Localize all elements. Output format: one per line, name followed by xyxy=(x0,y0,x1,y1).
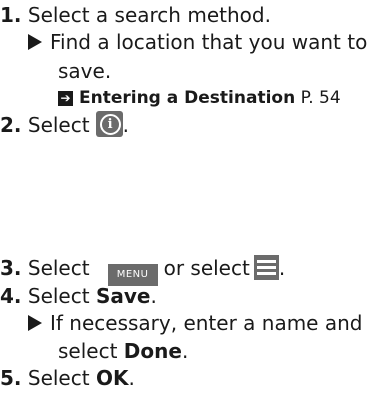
substep-1-line-1: Find a location that you want to xyxy=(28,29,367,55)
step-4: 4. Select Save. xyxy=(0,283,157,309)
bullet-triangle-icon xyxy=(28,315,42,331)
substep-4-line-2: select Done. xyxy=(58,338,188,364)
step-suffix: . xyxy=(122,113,129,137)
step-number: 3. xyxy=(0,256,22,280)
info-icon: i xyxy=(95,111,123,137)
step-number: 4. xyxy=(0,284,22,308)
step-text: Select xyxy=(27,113,90,137)
substep-text: If necessary, enter a name and xyxy=(50,311,363,335)
step-text: Select a search method. xyxy=(27,3,271,27)
xref-page[interactable]: P. 54 xyxy=(301,88,341,108)
step-1: 1. Select a search method. xyxy=(0,2,271,28)
step-text: Select xyxy=(27,256,90,280)
hamburger-menu-icon xyxy=(253,255,279,280)
info-glyph: i xyxy=(99,114,121,135)
arrow-right-box-icon: ➔ xyxy=(58,91,73,106)
step-number: 2. xyxy=(0,113,22,137)
bullet-triangle-icon xyxy=(28,34,42,50)
substep-text: select xyxy=(58,339,118,363)
substep-4-line-1: If necessary, enter a name and xyxy=(28,310,362,336)
step-number: 5. xyxy=(0,366,22,390)
substep-text: save. xyxy=(58,59,112,83)
ui-label-done: Done xyxy=(123,339,182,363)
step-text: Select xyxy=(27,284,90,308)
step-3: 3. Select MENU or select. xyxy=(0,255,285,286)
step-number: 1. xyxy=(0,3,22,27)
cross-reference[interactable]: ➔ Entering a Destination P. 54 xyxy=(58,85,341,111)
substep-1-line-2: save. xyxy=(58,58,111,84)
step-text-mid: or select xyxy=(163,256,250,280)
step-suffix: . xyxy=(150,284,157,308)
ui-label-save: Save xyxy=(95,284,151,308)
step-suffix: . xyxy=(128,366,135,390)
step-suffix: . xyxy=(278,256,286,280)
substep-text: Find a location that you want to xyxy=(50,30,368,54)
step-text: Select xyxy=(27,366,90,390)
substep-suffix: . xyxy=(181,339,189,363)
ui-label-ok: OK xyxy=(95,366,129,390)
xref-title[interactable]: Entering a Destination xyxy=(79,88,295,108)
step-2: 2. Select i. xyxy=(0,111,129,138)
step-5: 5. Select OK. xyxy=(0,365,135,391)
